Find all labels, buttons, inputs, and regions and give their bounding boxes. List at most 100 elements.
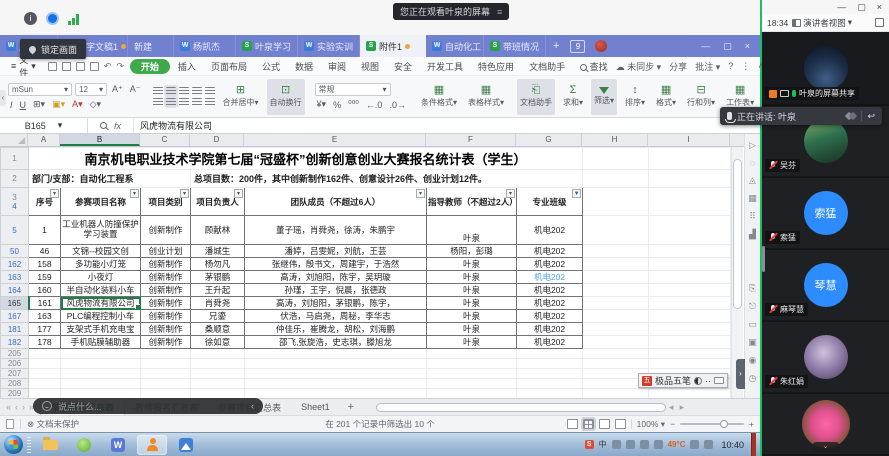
cell-members[interactable]: 仲佳乐，崔腾龙，胡松，刘海鹏 — [245, 323, 427, 336]
col-header-c[interactable]: C — [140, 134, 190, 146]
doc-tab[interactable]: W杨凯杰 — [174, 35, 236, 57]
format-button[interactable]: ▦格式▾ — [653, 79, 679, 115]
cell-category[interactable]: 创新制作 — [141, 323, 191, 336]
cell-leader[interactable]: 肖舜尧 — [191, 297, 245, 310]
cell-project[interactable]: 半自动化装料小车 — [61, 284, 141, 297]
taskbar-clock[interactable]: 10:40 — [721, 440, 744, 450]
doc-helper-button[interactable]: ⎗文档助手 — [517, 79, 555, 115]
cell-leader[interactable]: 兄鎏 — [191, 310, 245, 323]
fill-color-icon[interactable]: ▣▾ — [50, 99, 67, 110]
menu-tab-page-layout[interactable]: 页面布局 — [204, 59, 254, 74]
minimize-button[interactable]: — — [701, 41, 710, 51]
col-header-h[interactable]: H — [582, 134, 648, 146]
menu-search[interactable]: 查找 — [573, 59, 615, 74]
cell-category[interactable]: 创新制作 — [141, 216, 191, 245]
font-color-icon[interactable]: A▾ — [70, 99, 85, 110]
cell-leader[interactable]: 茅银鹏 — [191, 271, 245, 284]
emoji-icon[interactable] — [42, 401, 52, 411]
record-icon[interactable] — [46, 12, 59, 25]
cell-no[interactable]: 177 — [29, 323, 61, 336]
dept-cell[interactable]: 部门/支部：自动化工程系 — [29, 170, 191, 188]
align-bottom-icon[interactable] — [179, 87, 189, 95]
ime-keyboard-icon[interactable] — [714, 377, 724, 384]
zoom-formula-icon[interactable] — [100, 122, 107, 129]
decrease-decimal-icon[interactable]: .0→ — [387, 100, 408, 110]
row-header[interactable]: 181 — [1, 323, 29, 336]
zoom-out-button[interactable]: − — [670, 419, 675, 429]
help-icon[interactable]: ? — [728, 61, 733, 71]
row-header[interactable]: 162 — [1, 258, 29, 271]
taskbar-wps-button[interactable]: W — [103, 435, 133, 455]
row-header[interactable]: 165 — [1, 297, 29, 310]
doc-tab[interactable]: 新建 — [128, 35, 174, 57]
cell-members[interactable]: 高涛，刘旭阳，陈宇，吴玥璇 — [245, 271, 427, 284]
collapse-chat-icon[interactable]: ‹ — [251, 401, 254, 411]
cell-teacher[interactable]: 叶泉 — [427, 271, 517, 284]
next-sheet-icon[interactable]: › — [22, 402, 25, 412]
cell-teacher[interactable]: 叶泉 — [427, 258, 517, 271]
table-style-button[interactable]: ▦表格样式▾ — [465, 79, 507, 115]
cell-project[interactable]: PLC编程控制小车 — [61, 310, 141, 323]
formula-input[interactable]: 风虎物流有限公司 — [134, 119, 760, 132]
cell-class[interactable]: 机电202 — [517, 297, 583, 310]
wrap-text-button[interactable]: ⊡ 自动换行 — [267, 79, 305, 115]
increase-decimal-icon[interactable]: ←.0 — [364, 100, 385, 110]
underline-icon[interactable]: U — [18, 100, 29, 110]
currency-icon[interactable]: ¥▾ — [315, 99, 329, 110]
clipboard-tool-icon[interactable]: ⎘ — [749, 283, 756, 294]
row-header[interactable]: 164 — [1, 284, 29, 297]
sheet-tab[interactable]: Sheet1 — [291, 399, 340, 415]
close-button[interactable]: × — [745, 41, 750, 51]
cell-category[interactable]: 创新制作 — [141, 336, 191, 349]
cell-members[interactable]: 潘婷，吕雯妮，刘航，王芸 — [245, 245, 427, 258]
percent-icon[interactable]: % — [331, 100, 343, 110]
scroll-right-icon[interactable]: ▸ — [677, 402, 688, 413]
cell-leader[interactable]: 徐如意 — [191, 336, 245, 349]
ribbon-collapse-handle[interactable]: ‹ — [0, 90, 6, 106]
share-button[interactable]: 分享 — [669, 60, 687, 73]
cell-members[interactable]: 邵飞,张旋浩，史志琪，滕旭龙 — [245, 336, 427, 349]
cell-members[interactable]: 董子瑶，肖舜尧，徐涛，朱鹏宇 — [245, 216, 427, 245]
filter-button[interactable]: 筛选▾ — [591, 79, 617, 115]
zoom-slider[interactable] — [680, 423, 744, 425]
taskbar-app-button[interactable] — [171, 435, 201, 455]
table-tool-icon[interactable]: ▦ — [748, 193, 757, 204]
more-icon[interactable]: ⋮ — [741, 61, 750, 72]
cell-members[interactable]: 张继伟，殷书文，周建宇，于浩然 — [245, 258, 427, 271]
row-header[interactable]: 206 — [1, 359, 29, 369]
cell-class[interactable]: 机电202 — [517, 258, 583, 271]
cell-category[interactable]: 创新制作 — [141, 284, 191, 297]
cell-project[interactable]: 手机贴膜辅助器 — [61, 336, 141, 349]
col-header-b[interactable]: B — [60, 134, 140, 146]
collapse-tiles-chevron[interactable]: ⌄ — [813, 442, 839, 452]
undo-icon[interactable]: ↶ — [104, 61, 112, 72]
cell-members[interactable]: 孙瑾，王宇，倪晨，张德政 — [245, 284, 427, 297]
zoom-slider-thumb[interactable] — [720, 420, 728, 428]
zoom-level[interactable]: 100% ▾ — [637, 419, 665, 430]
menu-tab-review[interactable]: 审阅 — [321, 59, 353, 74]
cell-class[interactable]: 机电202 — [517, 271, 583, 284]
cell-members[interactable]: 高涛，刘旭阳，茅银鹏，陈宇， — [245, 297, 427, 310]
indent-increase-icon[interactable] — [205, 87, 215, 95]
temperature-indicator[interactable]: 49°C — [668, 440, 686, 449]
cell-project[interactable]: 支架式手机充电宝 — [61, 323, 141, 336]
meeting-chat-input[interactable]: 说点什么... ‹ — [33, 398, 263, 414]
save-icon[interactable] — [48, 62, 57, 71]
info-icon[interactable]: i — [24, 12, 37, 25]
font-size-select[interactable]: 12▾ — [75, 83, 107, 96]
menu-tab-home[interactable]: 开始 — [130, 59, 170, 74]
tray-icon[interactable] — [640, 440, 649, 449]
row-header[interactable]: 163 — [1, 271, 29, 284]
tray-icon[interactable] — [612, 440, 621, 449]
header-cell[interactable]: 项目负责人▾ — [191, 188, 245, 216]
cell-category[interactable]: 创新制作 — [141, 297, 191, 310]
cell-no[interactable]: 158 — [29, 258, 61, 271]
select-all-corner[interactable] — [0, 134, 28, 146]
filter-dropdown-icon[interactable]: ▾ — [180, 189, 189, 198]
cell-project[interactable]: 小夜灯 — [61, 271, 141, 284]
image-tool-icon[interactable]: ▣ — [748, 337, 757, 348]
cell-class[interactable]: 机电202 — [517, 245, 583, 258]
cell-teacher[interactable]: 叶泉 — [427, 336, 517, 349]
menu-tab-formulas[interactable]: 公式 — [255, 59, 287, 74]
cell-category[interactable]: 创新制作 — [141, 271, 191, 284]
